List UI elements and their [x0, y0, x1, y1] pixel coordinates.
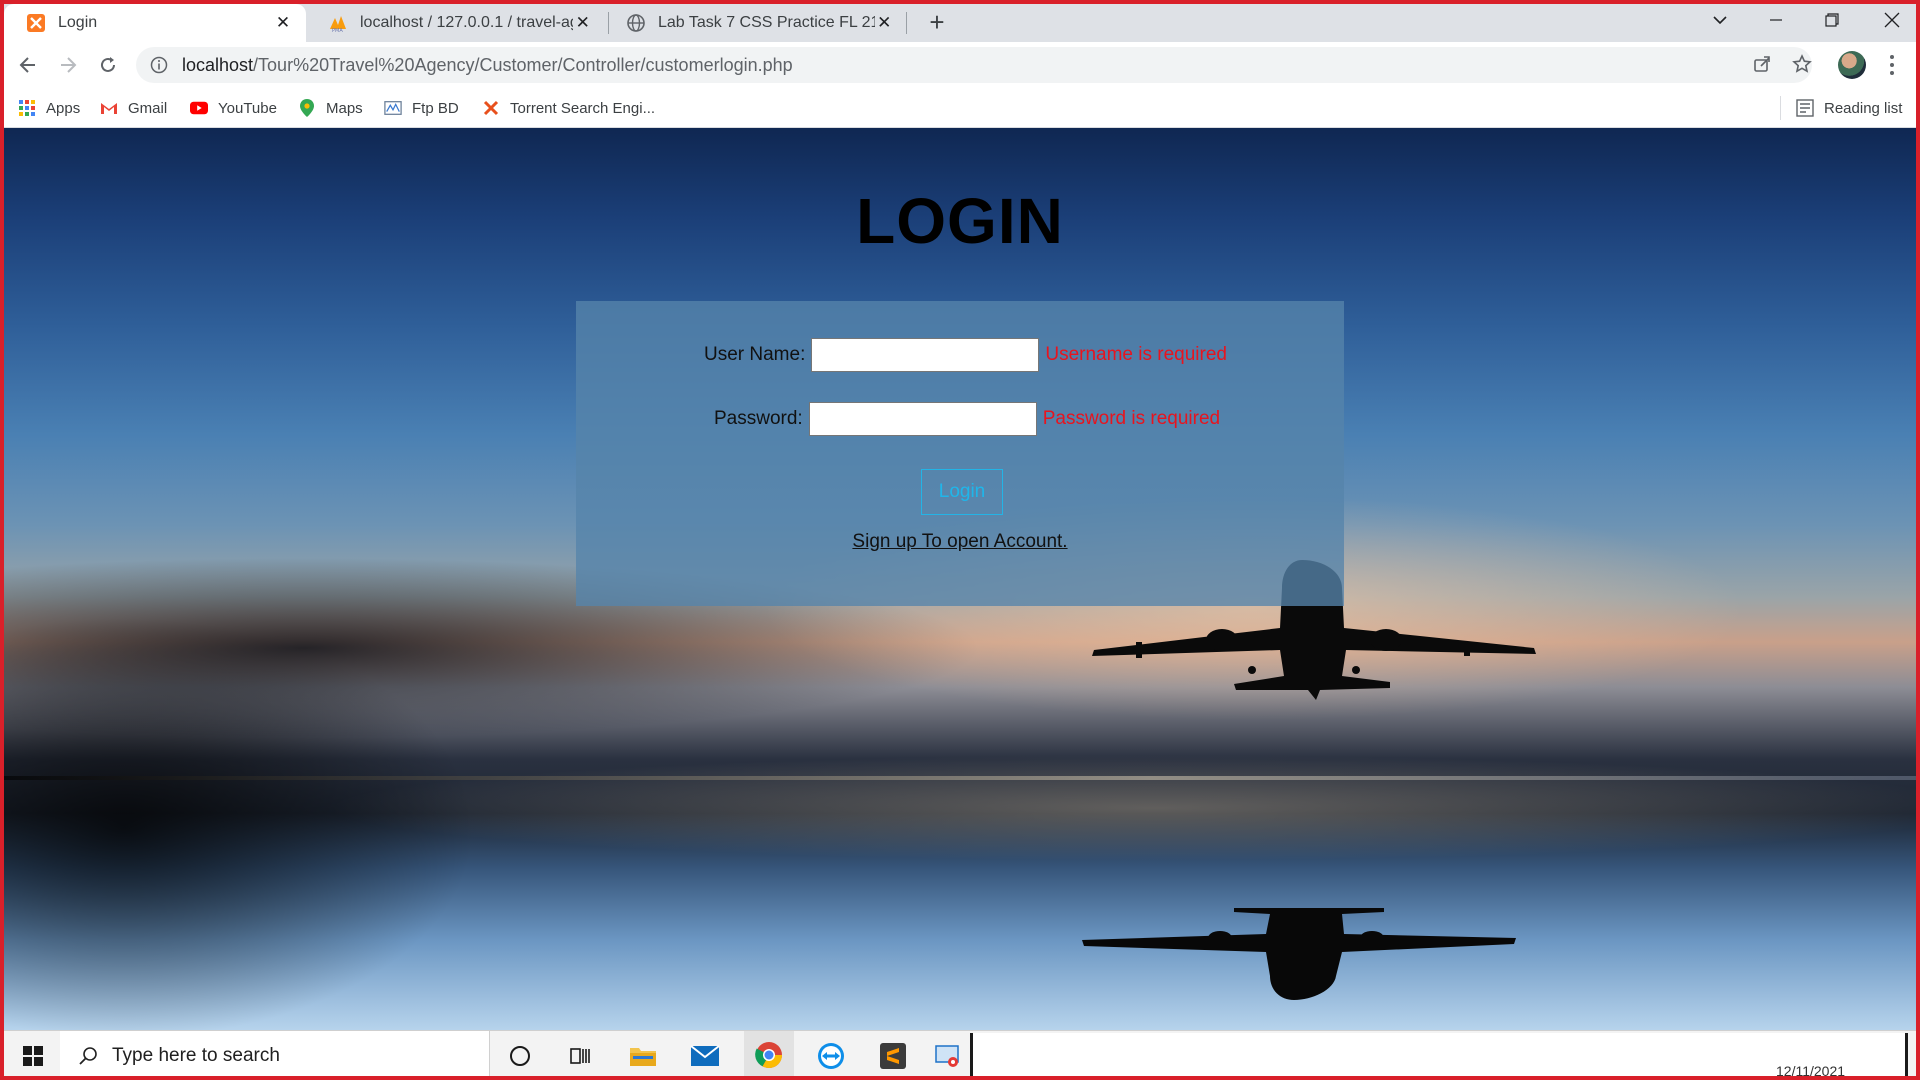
- reload-icon[interactable]: [92, 49, 124, 81]
- tab-search-chevron-icon[interactable]: [1692, 0, 1748, 40]
- username-label: User Name:: [704, 344, 806, 365]
- password-input[interactable]: [808, 402, 1037, 436]
- reading-list-button[interactable]: Reading list: [1796, 96, 1902, 120]
- tab-title: Login: [58, 14, 98, 31]
- password-row: Password: Password is required: [714, 402, 1220, 436]
- globe-icon: [627, 14, 645, 32]
- xampp-icon: [27, 14, 45, 32]
- ftp-icon: [384, 99, 402, 117]
- search-icon: [79, 1047, 97, 1065]
- login-form: User Name: Username is required Password…: [576, 301, 1344, 606]
- phpmyadmin-icon: PMA: [330, 16, 346, 33]
- maps-pin-icon: [298, 99, 316, 117]
- teamviewer-icon[interactable]: [806, 1031, 856, 1080]
- username-error: Username is required: [1045, 344, 1227, 365]
- close-tab-icon[interactable]: ✕: [573, 12, 592, 34]
- horizon-line: [4, 776, 1916, 780]
- bookmarks-bar: Apps Gmail YouTube Maps Ftp BD Torrent S…: [0, 88, 1920, 128]
- taskbar-search-placeholder: Type here to search: [112, 1045, 280, 1066]
- tab-lab-task[interactable]: Lab Task 7 CSS Practice FL 21-22 ✕: [604, 4, 906, 42]
- reading-list-label: Reading list: [1824, 99, 1903, 117]
- username-input[interactable]: [811, 338, 1040, 372]
- bookmark-label: Ftp BD: [412, 99, 459, 117]
- url-host: localhost: [182, 54, 254, 75]
- bookmark-label: Torrent Search Engi...: [510, 99, 656, 117]
- close-window-icon[interactable]: [1864, 0, 1920, 40]
- youtube-icon: [190, 99, 208, 117]
- bookmark-star-icon[interactable]: [1788, 50, 1816, 78]
- address-bar[interactable]: localhost/Tour%20Travel%20Agency/Custome…: [136, 47, 1812, 83]
- login-button[interactable]: Login: [921, 469, 1003, 515]
- close-tab-icon[interactable]: ✕: [272, 12, 294, 34]
- bookmark-torrent[interactable]: Torrent Search Engi...: [482, 96, 655, 120]
- bookmark-youtube[interactable]: YouTube: [190, 96, 277, 120]
- browser-tab-strip: Login ✕ PMA localhost / 127.0.0.1 / trav…: [0, 0, 1920, 42]
- gmail-icon: [100, 99, 118, 117]
- svg-text:PMA: PMA: [332, 28, 343, 33]
- new-tab-icon[interactable]: +: [922, 8, 952, 38]
- reading-list-icon: [1796, 99, 1814, 117]
- apps-grid-icon: [18, 99, 36, 117]
- page-content: LOGIN User Name: Username is required Pa…: [4, 128, 1916, 1030]
- bookmark-label: Apps: [46, 99, 81, 117]
- site-info-icon[interactable]: [150, 56, 168, 74]
- bookmarks-divider: [1780, 96, 1781, 120]
- browser-toolbar: localhost/Tour%20Travel%20Agency/Custome…: [0, 42, 1920, 88]
- back-arrow-icon[interactable]: [12, 49, 44, 81]
- password-label: Password:: [714, 408, 803, 429]
- username-row: User Name: Username is required: [704, 338, 1227, 372]
- taskbar-search-input[interactable]: Type here to search: [60, 1031, 490, 1080]
- cortana-icon[interactable]: [496, 1031, 544, 1080]
- mail-icon[interactable]: [680, 1031, 730, 1080]
- chrome-taskbar-icon[interactable]: [744, 1031, 794, 1080]
- bookmark-ftp-bd[interactable]: Ftp BD: [384, 96, 459, 120]
- airplane-reflection-image: [1082, 908, 1516, 1000]
- restore-icon[interactable]: [1804, 0, 1860, 40]
- forward-arrow-icon[interactable]: [52, 49, 84, 81]
- url-path: /Tour%20Travel%20Agency/Customer/Control…: [253, 54, 793, 75]
- taskbar-clock: 12/11/2021: [1776, 1063, 1846, 1079]
- windows-taskbar: Type here to search 12/11/2021: [0, 1030, 1920, 1080]
- tab-separator: [906, 12, 907, 34]
- bookmark-label: Gmail: [128, 99, 168, 117]
- tab-title: localhost / 127.0.0.1 / travel-agency: [360, 14, 573, 31]
- tab-phpmyadmin[interactable]: PMA localhost / 127.0.0.1 / travel-agenc…: [306, 4, 604, 42]
- page-title: LOGIN: [856, 185, 1064, 257]
- torrent-x-icon: [482, 99, 500, 117]
- sublime-text-icon[interactable]: [868, 1031, 918, 1080]
- close-tab-icon[interactable]: ✕: [875, 12, 894, 34]
- snipping-tool-icon[interactable]: [926, 1031, 970, 1080]
- password-error: Password is required: [1042, 408, 1221, 429]
- windows-start-icon[interactable]: [10, 1031, 56, 1080]
- taskbar-tray-overlay: [970, 1033, 1908, 1077]
- task-view-icon[interactable]: [556, 1031, 604, 1080]
- minimize-icon[interactable]: [1748, 0, 1804, 40]
- tab-login[interactable]: Login ✕: [4, 4, 306, 42]
- bookmark-label: YouTube: [218, 99, 277, 117]
- bookmark-label: Maps: [326, 99, 363, 117]
- bookmark-apps[interactable]: Apps: [18, 96, 80, 120]
- file-explorer-icon[interactable]: [618, 1031, 668, 1080]
- bookmark-gmail[interactable]: Gmail: [100, 96, 167, 120]
- url-text: localhost/Tour%20Travel%20Agency/Custome…: [182, 55, 793, 76]
- share-icon[interactable]: [1748, 50, 1776, 78]
- tab-title: Lab Task 7 CSS Practice FL 21-22: [658, 14, 875, 31]
- signup-link[interactable]: Sign up To open Account.: [576, 531, 1344, 553]
- bookmark-maps[interactable]: Maps: [298, 96, 363, 120]
- profile-avatar[interactable]: [1838, 51, 1866, 79]
- browser-menu-icon[interactable]: [1882, 50, 1902, 80]
